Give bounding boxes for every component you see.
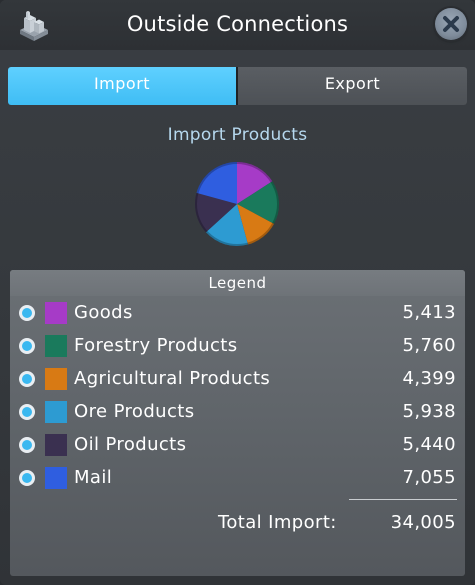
legend-toggle-radio[interactable]: [19, 338, 35, 354]
legend-item-value: 7,055: [402, 467, 456, 488]
close-button[interactable]: [435, 8, 467, 40]
legend-item-value: 5,440: [402, 434, 456, 455]
legend-item-label: Oil Products: [74, 434, 187, 455]
legend-item-label: Ore Products: [74, 401, 195, 422]
legend-item-mail[interactable]: Mail 7,055: [10, 463, 465, 493]
color-swatch: [45, 467, 67, 489]
color-swatch: [45, 335, 67, 357]
legend-item-forestry[interactable]: Forestry Products 5,760: [10, 331, 465, 361]
legend-item-label: Forestry Products: [74, 335, 238, 356]
legend-toggle-radio[interactable]: [19, 470, 35, 486]
legend-toggle-radio[interactable]: [19, 371, 35, 387]
tab-bar: Import Export: [8, 67, 467, 105]
total-import-value: 34,005: [390, 512, 456, 533]
tab-export[interactable]: Export: [238, 67, 467, 105]
legend-item-label: Goods: [74, 302, 133, 323]
color-swatch: [45, 401, 67, 423]
legend-item-ore[interactable]: Ore Products 5,938: [10, 397, 465, 427]
color-swatch: [45, 434, 67, 456]
import-pie-chart: [194, 162, 280, 246]
legend-item-value: 5,413: [402, 302, 456, 323]
close-icon: [443, 16, 459, 32]
outside-connections-window: Outside Connections Import Export Import…: [0, 0, 475, 585]
legend-header: Legend: [10, 270, 465, 296]
legend-item-value: 5,938: [402, 401, 456, 422]
section-title: Import Products: [167, 125, 308, 145]
legend-panel: Legend Goods 5,413 Forestry Products 5,7…: [10, 270, 465, 576]
legend-item-goods[interactable]: Goods 5,413: [10, 298, 465, 328]
color-swatch: [45, 302, 67, 324]
window-title: Outside Connections: [126, 12, 349, 36]
title-bar[interactable]: Outside Connections: [0, 0, 475, 50]
legend-item-oil[interactable]: Oil Products 5,440: [10, 430, 465, 460]
legend-item-value: 4,399: [402, 368, 456, 389]
legend-toggle-radio[interactable]: [19, 437, 35, 453]
legend-item-label: Mail: [74, 467, 113, 488]
total-divider: [349, 499, 457, 500]
color-swatch: [45, 368, 67, 390]
legend-item-label: Agricultural Products: [74, 368, 271, 389]
legend-item-agricultural[interactable]: Agricultural Products 4,399: [10, 364, 465, 394]
legend-toggle-radio[interactable]: [19, 305, 35, 321]
legend-item-value: 5,760: [402, 335, 456, 356]
legend-toggle-radio[interactable]: [19, 404, 35, 420]
tab-import[interactable]: Import: [8, 67, 236, 105]
total-import-label: Total Import:: [218, 512, 337, 533]
